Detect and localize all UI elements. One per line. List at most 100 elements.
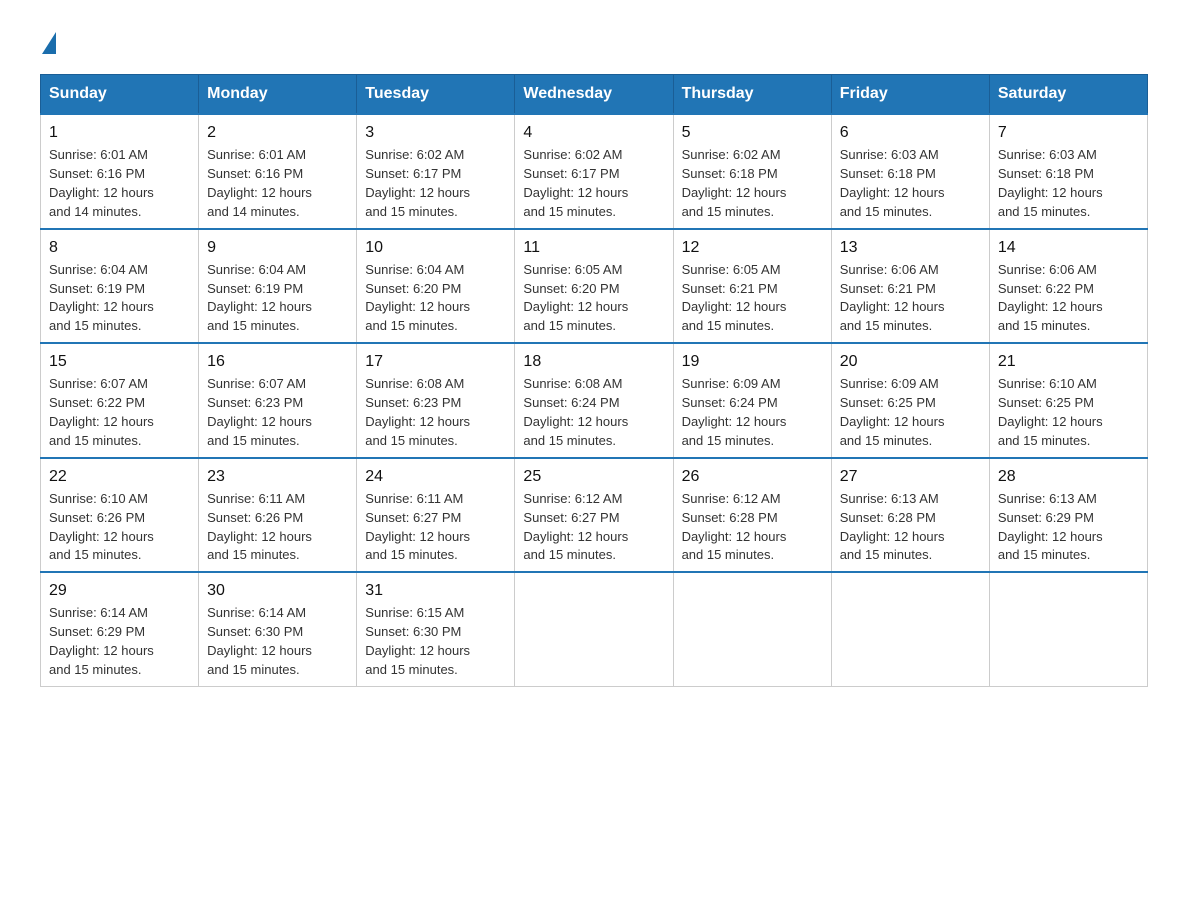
day-info: Sunrise: 6:13 AMSunset: 6:28 PMDaylight:… <box>840 491 945 563</box>
day-info: Sunrise: 6:02 AMSunset: 6:18 PMDaylight:… <box>682 147 787 219</box>
day-number: 16 <box>207 350 348 373</box>
day-number: 18 <box>523 350 664 373</box>
day-number: 11 <box>523 236 664 259</box>
calendar-cell: 31 Sunrise: 6:15 AMSunset: 6:30 PMDayligh… <box>357 572 515 686</box>
day-number: 10 <box>365 236 506 259</box>
day-number: 1 <box>49 121 190 144</box>
day-info: Sunrise: 6:05 AMSunset: 6:20 PMDaylight:… <box>523 262 628 334</box>
day-info: Sunrise: 6:11 AMSunset: 6:26 PMDaylight:… <box>207 491 312 563</box>
day-number: 22 <box>49 465 190 488</box>
day-info: Sunrise: 6:02 AMSunset: 6:17 PMDaylight:… <box>523 147 628 219</box>
logo-triangle-icon <box>42 32 56 54</box>
day-number: 23 <box>207 465 348 488</box>
day-info: Sunrise: 6:07 AMSunset: 6:23 PMDaylight:… <box>207 376 312 448</box>
day-info: Sunrise: 6:08 AMSunset: 6:23 PMDaylight:… <box>365 376 470 448</box>
day-number: 3 <box>365 121 506 144</box>
day-info: Sunrise: 6:03 AMSunset: 6:18 PMDaylight:… <box>840 147 945 219</box>
day-info: Sunrise: 6:04 AMSunset: 6:19 PMDaylight:… <box>207 262 312 334</box>
calendar-week-row: 22 Sunrise: 6:10 AMSunset: 6:26 PMDayligh… <box>41 458 1148 573</box>
day-number: 5 <box>682 121 823 144</box>
day-number: 25 <box>523 465 664 488</box>
day-info: Sunrise: 6:04 AMSunset: 6:20 PMDaylight:… <box>365 262 470 334</box>
calendar-cell: 23 Sunrise: 6:11 AMSunset: 6:26 PMDayligh… <box>199 458 357 573</box>
day-info: Sunrise: 6:12 AMSunset: 6:28 PMDaylight:… <box>682 491 787 563</box>
calendar-header: SundayMondayTuesdayWednesdayThursdayFrid… <box>41 75 1148 115</box>
day-number: 15 <box>49 350 190 373</box>
calendar-cell <box>989 572 1147 686</box>
day-info: Sunrise: 6:03 AMSunset: 6:18 PMDaylight:… <box>998 147 1103 219</box>
day-info: Sunrise: 6:14 AMSunset: 6:30 PMDaylight:… <box>207 605 312 677</box>
calendar-cell: 4 Sunrise: 6:02 AMSunset: 6:17 PMDaylight… <box>515 114 673 229</box>
day-number: 21 <box>998 350 1139 373</box>
calendar-week-row: 8Sunrise: 6:04 AMSunset: 6:19 PMDaylight… <box>41 229 1148 344</box>
day-info: Sunrise: 6:02 AMSunset: 6:17 PMDaylight:… <box>365 147 470 219</box>
day-number: 20 <box>840 350 981 373</box>
calendar-cell: 26 Sunrise: 6:12 AMSunset: 6:28 PMDayligh… <box>673 458 831 573</box>
day-number: 24 <box>365 465 506 488</box>
calendar-cell: 15 Sunrise: 6:07 AMSunset: 6:22 PMDayligh… <box>41 343 199 458</box>
weekday-header-wednesday: Wednesday <box>515 75 673 115</box>
weekday-header-tuesday: Tuesday <box>357 75 515 115</box>
calendar-table: SundayMondayTuesdayWednesdayThursdayFrid… <box>40 74 1148 687</box>
day-info: Sunrise: 6:08 AMSunset: 6:24 PMDaylight:… <box>523 376 628 448</box>
calendar-cell: 22 Sunrise: 6:10 AMSunset: 6:26 PMDayligh… <box>41 458 199 573</box>
day-number: 28 <box>998 465 1139 488</box>
day-info: Sunrise: 6:12 AMSunset: 6:27 PMDaylight:… <box>523 491 628 563</box>
weekday-header-saturday: Saturday <box>989 75 1147 115</box>
calendar-cell <box>673 572 831 686</box>
weekday-header-friday: Friday <box>831 75 989 115</box>
calendar-cell: 2 Sunrise: 6:01 AMSunset: 6:16 PMDaylight… <box>199 114 357 229</box>
calendar-cell: 24 Sunrise: 6:11 AMSunset: 6:27 PMDayligh… <box>357 458 515 573</box>
day-number: 13 <box>840 236 981 259</box>
day-info: Sunrise: 6:04 AMSunset: 6:19 PMDaylight:… <box>49 262 154 334</box>
calendar-cell: 25 Sunrise: 6:12 AMSunset: 6:27 PMDayligh… <box>515 458 673 573</box>
day-number: 6 <box>840 121 981 144</box>
calendar-cell <box>515 572 673 686</box>
page-header <box>40 30 1148 50</box>
calendar-cell <box>831 572 989 686</box>
day-info: Sunrise: 6:01 AMSunset: 6:16 PMDaylight:… <box>207 147 312 219</box>
calendar-cell: 5 Sunrise: 6:02 AMSunset: 6:18 PMDaylight… <box>673 114 831 229</box>
weekday-header-sunday: Sunday <box>41 75 199 115</box>
calendar-cell: 11 Sunrise: 6:05 AMSunset: 6:20 PMDayligh… <box>515 229 673 344</box>
calendar-cell: 7Sunrise: 6:03 AMSunset: 6:18 PMDaylight… <box>989 114 1147 229</box>
calendar-cell: 16 Sunrise: 6:07 AMSunset: 6:23 PMDayligh… <box>199 343 357 458</box>
calendar-cell: 13 Sunrise: 6:06 AMSunset: 6:21 PMDayligh… <box>831 229 989 344</box>
day-number: 29 <box>49 579 190 602</box>
day-number: 9 <box>207 236 348 259</box>
day-number: 30 <box>207 579 348 602</box>
calendar-cell: 8Sunrise: 6:04 AMSunset: 6:19 PMDaylight… <box>41 229 199 344</box>
day-info: Sunrise: 6:10 AMSunset: 6:26 PMDaylight:… <box>49 491 154 563</box>
day-number: 27 <box>840 465 981 488</box>
day-info: Sunrise: 6:13 AMSunset: 6:29 PMDaylight:… <box>998 491 1103 563</box>
day-number: 4 <box>523 121 664 144</box>
day-info: Sunrise: 6:11 AMSunset: 6:27 PMDaylight:… <box>365 491 470 563</box>
weekday-row: SundayMondayTuesdayWednesdayThursdayFrid… <box>41 75 1148 115</box>
calendar-cell: 28 Sunrise: 6:13 AMSunset: 6:29 PMDayligh… <box>989 458 1147 573</box>
calendar-cell: 20 Sunrise: 6:09 AMSunset: 6:25 PMDayligh… <box>831 343 989 458</box>
calendar-cell: 14Sunrise: 6:06 AMSunset: 6:22 PMDayligh… <box>989 229 1147 344</box>
logo <box>40 30 56 50</box>
calendar-cell: 27 Sunrise: 6:13 AMSunset: 6:28 PMDayligh… <box>831 458 989 573</box>
day-number: 17 <box>365 350 506 373</box>
day-info: Sunrise: 6:09 AMSunset: 6:25 PMDaylight:… <box>840 376 945 448</box>
day-number: 14 <box>998 236 1139 259</box>
day-info: Sunrise: 6:07 AMSunset: 6:22 PMDaylight:… <box>49 376 154 448</box>
day-info: Sunrise: 6:06 AMSunset: 6:21 PMDaylight:… <box>840 262 945 334</box>
day-number: 19 <box>682 350 823 373</box>
day-info: Sunrise: 6:05 AMSunset: 6:21 PMDaylight:… <box>682 262 787 334</box>
day-number: 26 <box>682 465 823 488</box>
calendar-cell: 19Sunrise: 6:09 AMSunset: 6:24 PMDayligh… <box>673 343 831 458</box>
calendar-cell: 3 Sunrise: 6:02 AMSunset: 6:17 PMDaylight… <box>357 114 515 229</box>
calendar-week-row: 29 Sunrise: 6:14 AMSunset: 6:29 PMDayligh… <box>41 572 1148 686</box>
calendar-cell: 21Sunrise: 6:10 AMSunset: 6:25 PMDayligh… <box>989 343 1147 458</box>
calendar-week-row: 1 Sunrise: 6:01 AMSunset: 6:16 PMDaylight… <box>41 114 1148 229</box>
day-info: Sunrise: 6:15 AMSunset: 6:30 PMDaylight:… <box>365 605 470 677</box>
day-info: Sunrise: 6:14 AMSunset: 6:29 PMDaylight:… <box>49 605 154 677</box>
day-info: Sunrise: 6:01 AMSunset: 6:16 PMDaylight:… <box>49 147 154 219</box>
day-number: 2 <box>207 121 348 144</box>
calendar-cell: 18 Sunrise: 6:08 AMSunset: 6:24 PMDayligh… <box>515 343 673 458</box>
weekday-header-thursday: Thursday <box>673 75 831 115</box>
calendar-cell: 1 Sunrise: 6:01 AMSunset: 6:16 PMDaylight… <box>41 114 199 229</box>
day-number: 31 <box>365 579 506 602</box>
